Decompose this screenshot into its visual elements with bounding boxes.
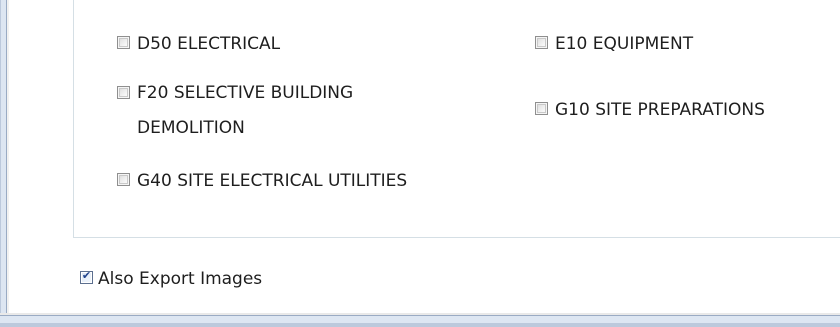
checkbox-also-export-images[interactable]: ✔	[80, 269, 93, 284]
checkbox-label-f20-selective-building-demolition: F20 SELECTIVE BUILDING DEMOLITION	[137, 83, 354, 138]
checkbox-row-f20-selective-building-demolition[interactable]: F20 SELECTIVE BUILDING DEMOLITION	[117, 80, 457, 146]
checkmark-icon: ✔	[81, 269, 92, 282]
checkbox-row-also-export-images[interactable]: ✔ Also Export Images	[80, 265, 262, 293]
checkbox-row-d50-electrical[interactable]: D50 ELECTRICAL	[117, 30, 280, 58]
checkbox-f20-selective-building-demolition[interactable]	[117, 86, 130, 99]
window-frame-left	[0, 0, 9, 327]
checkbox-label-g10-site-preparations: G10 SITE PREPARATIONS	[555, 100, 765, 120]
checkbox-label-d50-electrical: D50 ELECTRICAL	[137, 34, 281, 54]
checkbox-label-also-export-images: Also Export Images	[98, 269, 263, 289]
checkbox-row-e10-equipment[interactable]: E10 EQUIPMENT	[535, 30, 693, 58]
checkbox-row-g40-site-electrical-utilities[interactable]: G40 SITE ELECTRICAL UTILITIES	[117, 167, 407, 195]
checkbox-label-e10-equipment: E10 EQUIPMENT	[555, 34, 694, 54]
checkbox-e10-equipment[interactable]	[535, 36, 548, 49]
checkbox-g10-site-preparations[interactable]	[535, 102, 548, 115]
checkbox-g40-site-electrical-utilities[interactable]	[117, 173, 130, 186]
checkbox-row-g10-site-preparations[interactable]: G10 SITE PREPARATIONS	[535, 96, 765, 124]
checkbox-label-g40-site-electrical-utilities: G40 SITE ELECTRICAL UTILITIES	[137, 171, 408, 191]
checkbox-d50-electrical[interactable]	[117, 36, 130, 49]
window-frame-bottom	[0, 313, 840, 327]
